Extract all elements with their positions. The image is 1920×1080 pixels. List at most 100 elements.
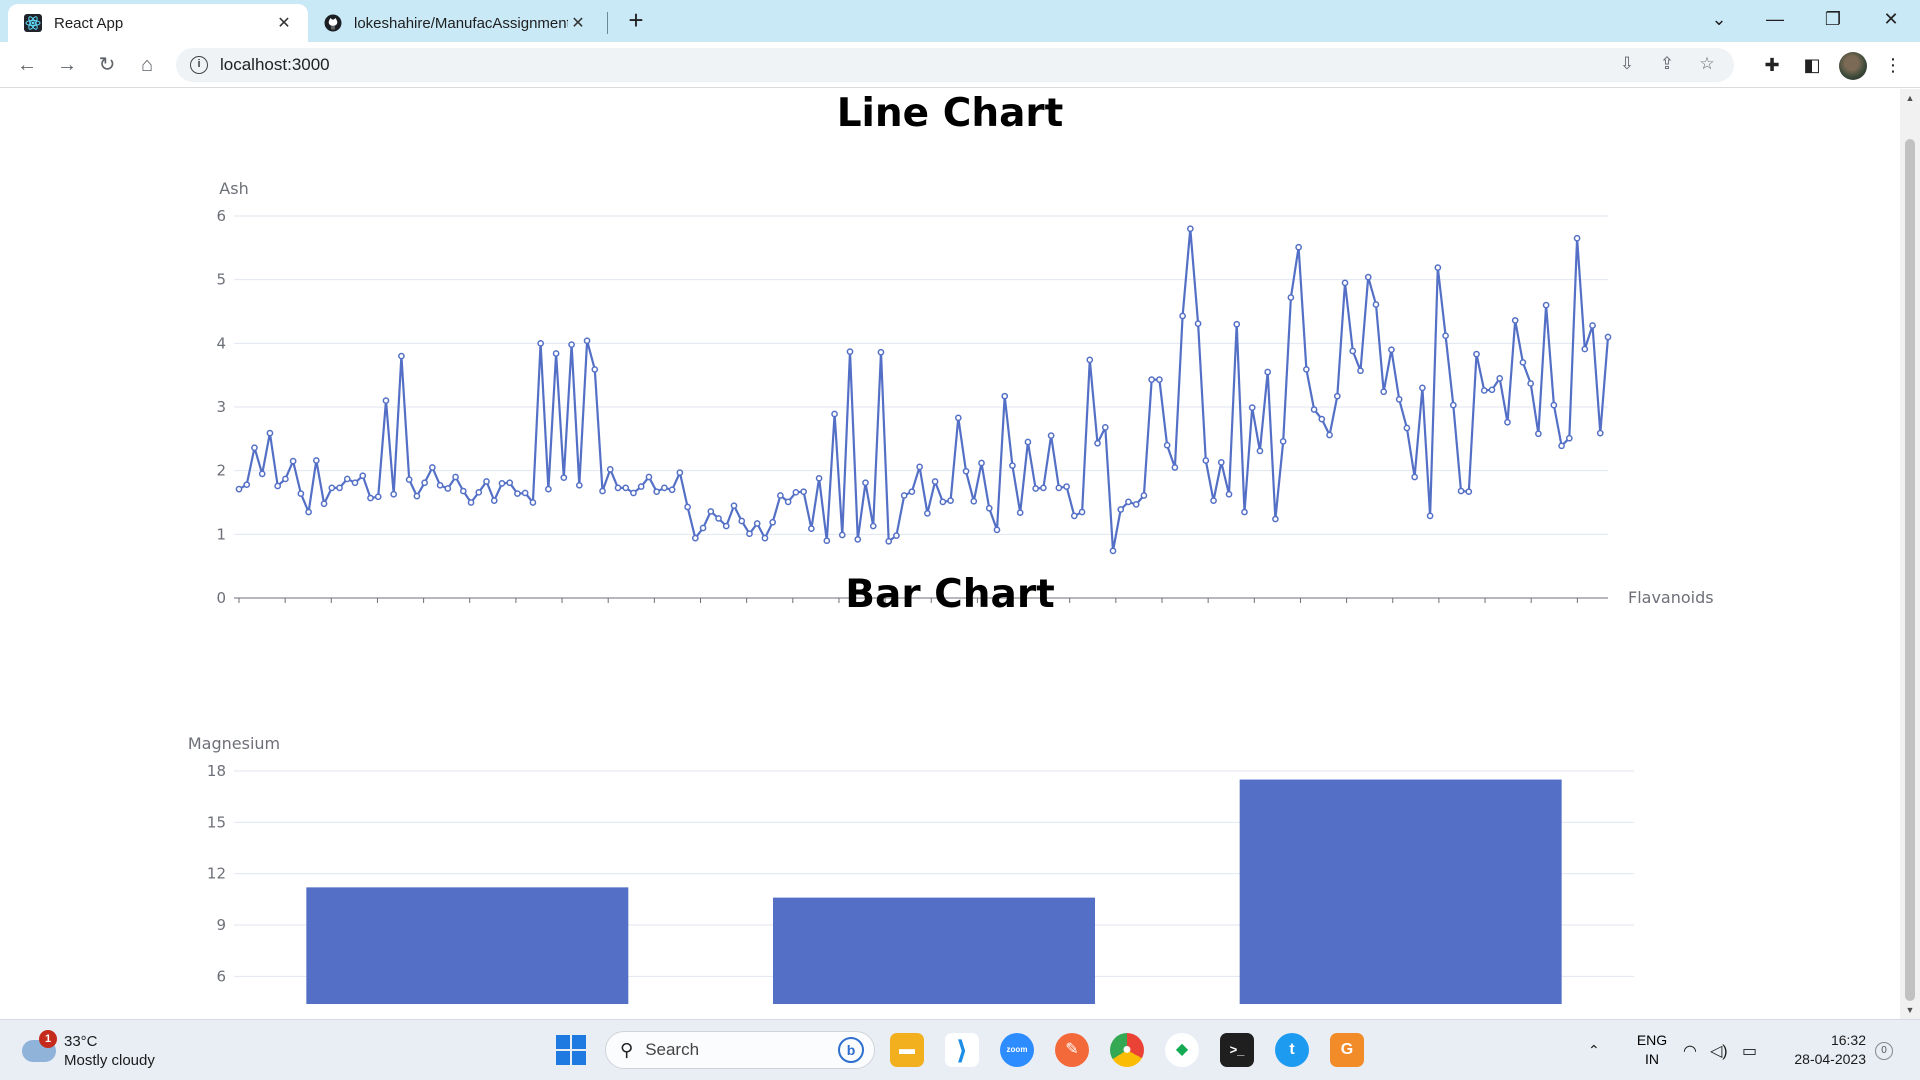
menu-icon[interactable]: ⋮ [1878,50,1908,80]
extensions-icon[interactable]: ✚ [1757,50,1787,80]
data-point [1055,484,1063,492]
close-window-icon[interactable]: ✕ [1868,0,1914,38]
tab-react-app[interactable]: React App ✕ [8,4,308,42]
zoom-icon[interactable]: zoom [1000,1033,1034,1067]
data-point [1117,506,1125,513]
data-point [653,488,661,496]
terminal-icon[interactable]: >_ [1220,1033,1254,1067]
data-point [1256,447,1264,455]
data-point [1225,490,1233,498]
install-app-icon[interactable]: ⇩ [1614,54,1640,76]
bookmark-star-icon[interactable]: ☆ [1694,54,1720,76]
data-point [908,488,916,496]
data-point [367,494,374,502]
back-icon[interactable]: ← [12,50,42,80]
data-point [1380,388,1388,396]
vscode-icon[interactable]: ⟩ [945,1033,979,1067]
pdf-app-icon[interactable]: G [1330,1033,1364,1067]
data-point [359,472,367,480]
data-point [529,499,537,506]
data-point [1364,273,1372,281]
bar-chart: 0369121518MagnesiumAlcohol123 [188,734,1634,1004]
data-point [1457,487,1465,495]
tab-search-icon[interactable]: ⌄ [1696,0,1742,38]
show-hidden-icons-icon[interactable]: ⌃ [1588,1020,1600,1080]
system-clock[interactable]: 16:32 28-04-2023 [1776,1031,1866,1069]
minimize-icon[interactable]: — [1752,0,1798,38]
data-point [1419,384,1426,392]
tab-github[interactable]: lokeshahire/ManufacAssignment ✕ [312,4,602,42]
y-tick-label: 3 [216,398,226,416]
data-point [452,473,459,481]
battery-icon[interactable]: ▭ [1742,1020,1757,1080]
data-point [568,341,575,348]
data-point [1511,317,1519,324]
new-tab-button[interactable]: + [622,6,650,36]
data-point [1217,459,1225,466]
site-info-icon[interactable]: i [190,56,208,74]
bing-icon[interactable]: b [838,1037,864,1063]
data-point [1349,347,1357,355]
profile-avatar[interactable] [1839,52,1867,80]
forward-icon[interactable]: → [52,50,82,80]
data-point [1047,432,1055,439]
address-bar[interactable]: i localhost:3000 ⇩ ⇪ ☆ [176,48,1734,82]
data-point [483,478,490,485]
search-placeholder: Search [645,1040,700,1059]
data-point [924,509,931,517]
scroll-down-icon[interactable]: ▼ [1900,1005,1920,1015]
home-icon[interactable]: ⌂ [132,50,162,80]
y-axis-label: Ash [219,179,248,198]
postman-icon[interactable]: ✎ [1055,1033,1089,1067]
line-chart-heading: Line Chart [836,91,1064,136]
side-panel-icon[interactable]: ◧ [1797,50,1827,80]
data-point [630,489,637,497]
volume-icon[interactable]: ◁) [1710,1020,1728,1080]
wifi-icon[interactable]: ◠ [1683,1020,1697,1080]
y-tick-label: 1 [216,525,226,543]
weather-widget[interactable]: 1 33°C Mostly cloudy [22,1030,172,1072]
page-scrollbar[interactable]: ▲ ▼ [1900,89,1920,1019]
taskbar-search[interactable]: ⚲ Search b [605,1031,875,1069]
region-code: IN [1645,1051,1659,1067]
twitter-icon[interactable]: t [1275,1033,1309,1067]
restore-icon[interactable]: ❐ [1810,0,1856,38]
start-button[interactable] [556,1035,586,1065]
y-tick-label: 2 [216,462,226,480]
data-point [815,474,823,482]
data-point [800,488,807,496]
data-point [467,499,475,506]
share-icon[interactable]: ⇪ [1654,54,1680,76]
data-point [722,522,730,530]
notification-count[interactable]: 0 [1875,1042,1893,1060]
scroll-thumb[interactable] [1905,139,1915,1001]
close-tab-icon[interactable]: ✕ [568,13,588,33]
language-indicator[interactable]: ENG IN [1632,1031,1672,1069]
reload-icon[interactable]: ↻ [92,50,122,80]
data-point [1032,485,1039,492]
data-point [1388,346,1395,354]
data-point [459,487,467,495]
data-point [1573,234,1581,242]
data-point [1233,320,1241,328]
data-point [591,366,599,373]
scroll-up-icon[interactable]: ▲ [1900,93,1920,103]
address-url[interactable]: localhost:3000 [220,55,330,75]
data-point [1094,439,1101,447]
data-point [985,504,993,512]
data-point [1473,350,1480,358]
data-point [823,537,831,545]
close-tab-icon[interactable]: ✕ [274,13,294,33]
mongodb-compass-icon[interactable]: ◆ [1165,1033,1199,1067]
data-point [707,508,715,515]
chrome-icon[interactable]: ● [1110,1033,1144,1067]
data-point [1488,386,1496,394]
file-explorer-icon[interactable]: ▬ [890,1033,924,1067]
data-point [931,478,939,485]
bar-chart-heading: Bar Chart [845,572,1055,617]
data-point [545,485,552,493]
search-icon: ⚲ [620,1039,634,1060]
data-point [429,464,436,471]
data-point [1565,434,1573,442]
data-point [1194,320,1202,327]
